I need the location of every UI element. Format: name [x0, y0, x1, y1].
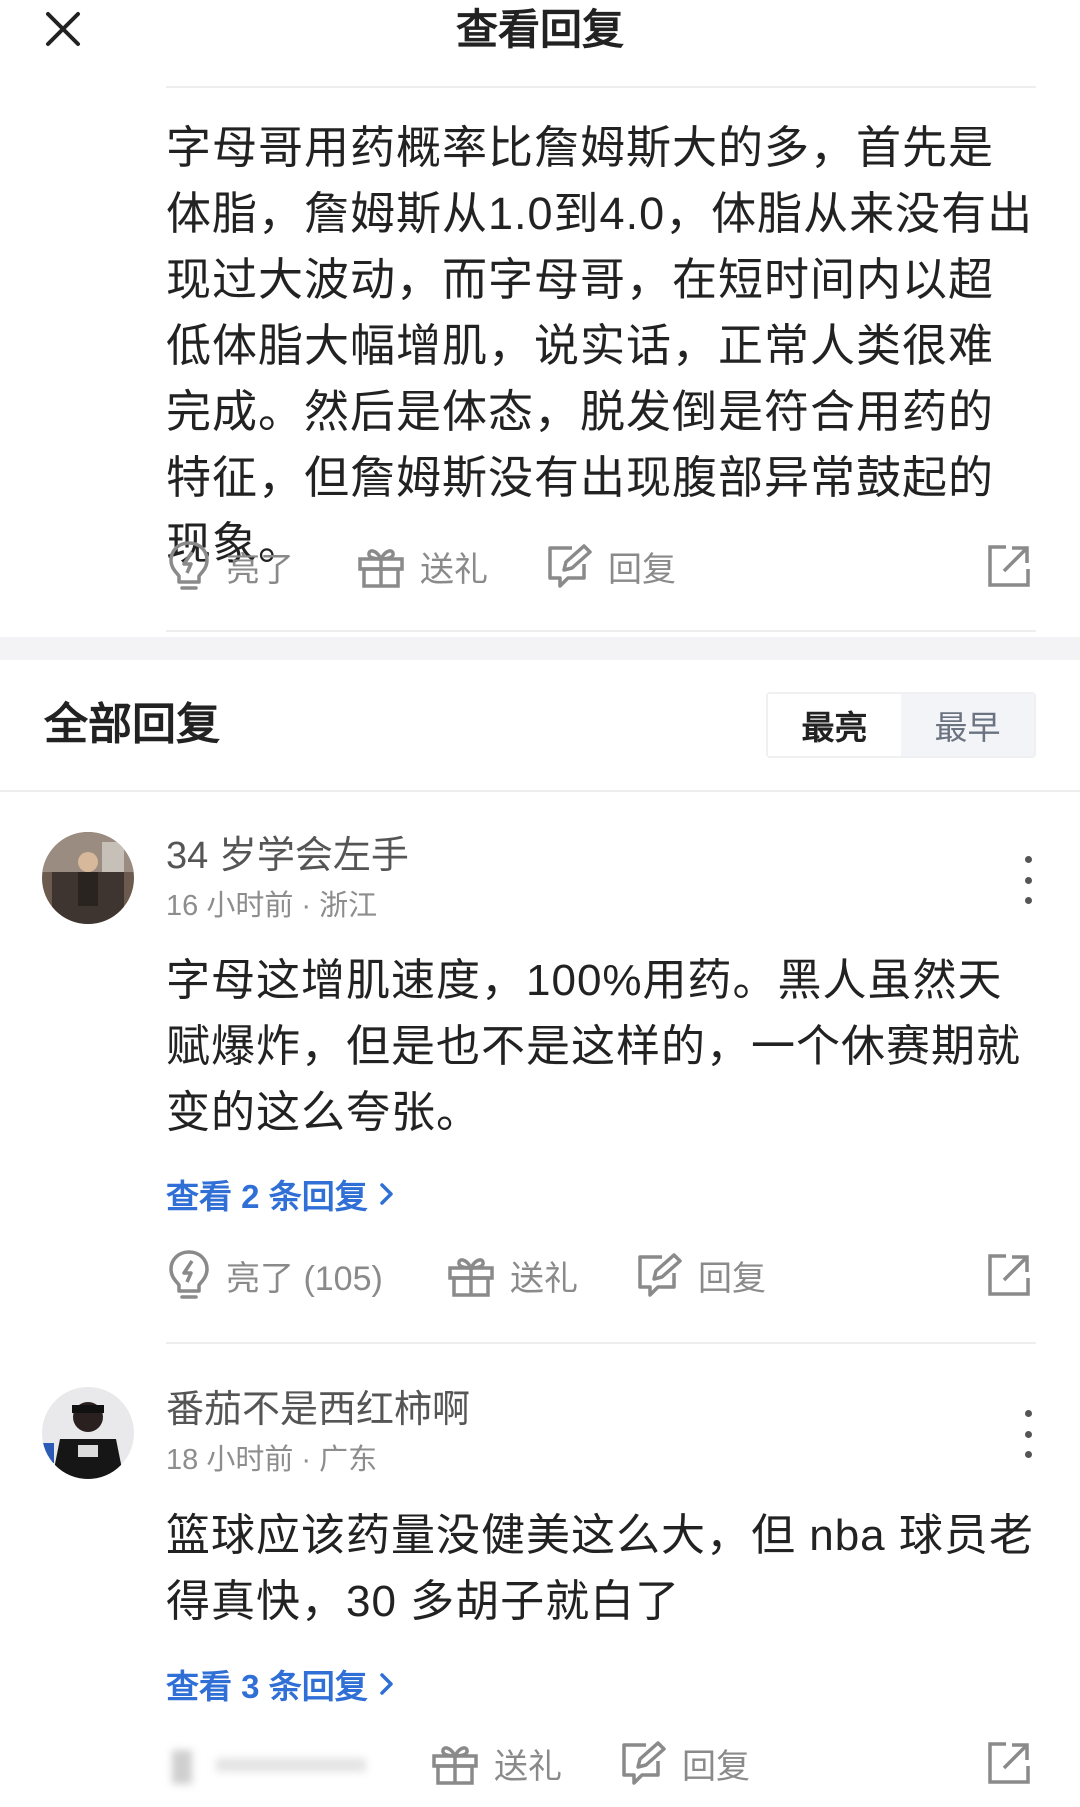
gift-label: 送礼	[420, 550, 488, 589]
more-options-icon[interactable]	[1018, 856, 1038, 904]
username[interactable]: 番茄不是西红柿啊	[166, 1386, 470, 1434]
lightbulb-icon	[169, 1250, 209, 1299]
reply-button[interactable]: 回复	[618, 1733, 750, 1793]
edit-icon	[638, 1253, 682, 1297]
like-button[interactable]	[166, 1733, 376, 1793]
sort-toggle: 最亮 最早	[766, 692, 1036, 758]
like-button[interactable]: 亮了	[166, 536, 294, 596]
share-button[interactable]	[986, 1733, 1032, 1793]
username[interactable]: 34 岁学会左手	[166, 832, 409, 880]
sort-earliest-tab[interactable]: 最早	[901, 694, 1034, 756]
comment-text: 篮球应该药量没健美这么大，但 nba 球员老得真快，30 多胡子就白了	[166, 1511, 1034, 1626]
gift-icon	[448, 1258, 494, 1297]
reply-label: 回复	[608, 550, 676, 589]
share-icon	[988, 1742, 1030, 1784]
gift-button[interactable]: 送礼	[430, 1733, 562, 1793]
reply-label: 回复	[682, 1747, 750, 1786]
gift-button[interactable]: 送礼	[356, 536, 488, 596]
all-replies-title: 全部回复	[44, 700, 220, 749]
divider	[0, 790, 1080, 792]
avatar[interactable]	[42, 1387, 134, 1479]
section-gap	[0, 637, 1080, 660]
post-action-row: 亮了 送礼 回复	[166, 536, 1036, 596]
comment-text: 字母这增肌速度，100%用药。黑人虽然天赋爆炸，但是也不是这样的，一个休赛期就变…	[166, 956, 1021, 1137]
comment-meta: 18 小时前 · 广东	[166, 1444, 378, 1476]
view-replies-label: 查看 3 条回复	[166, 1668, 368, 1705]
share-icon	[988, 1254, 1030, 1296]
lightbulb-icon	[172, 1750, 366, 1784]
sort-hottest-tab[interactable]: 最亮	[768, 694, 901, 756]
comment-action-row: 亮了 (105) 送礼 回复	[166, 1245, 1036, 1305]
share-button[interactable]	[986, 536, 1032, 596]
divider	[166, 1342, 1036, 1344]
page-title: 查看回复	[455, 6, 624, 53]
edit-icon	[622, 1741, 666, 1785]
comment-action-row: 送礼 回复	[166, 1733, 1036, 1793]
avatar[interactable]	[42, 832, 134, 924]
original-post-text: 字母哥用药概率比詹姆斯大的多，首先是体脂，詹姆斯从1.0到4.0，体脂从来没有出…	[166, 122, 1034, 569]
lightbulb-icon	[169, 541, 209, 590]
view-replies-link[interactable]: 查看 2 条回复	[166, 1170, 396, 1218]
gift-label: 送礼	[510, 1259, 578, 1298]
gift-label: 送礼	[494, 1747, 562, 1786]
like-button[interactable]: 亮了 (105)	[166, 1245, 383, 1305]
reply-button[interactable]: 回复	[634, 1245, 766, 1305]
divider	[166, 630, 1036, 632]
divider	[166, 86, 1036, 88]
reply-button[interactable]: 回复	[544, 536, 676, 596]
gift-icon	[432, 1746, 478, 1785]
like-label: 亮了	[226, 550, 294, 589]
view-replies-label: 查看 2 条回复	[166, 1178, 368, 1215]
reply-label: 回复	[698, 1259, 766, 1298]
top-bar: 查看回复	[0, 0, 1080, 60]
like-label: 亮了 (105)	[226, 1259, 383, 1298]
gift-icon	[358, 549, 404, 588]
edit-icon	[548, 544, 592, 588]
view-replies-link[interactable]: 查看 3 条回复	[166, 1660, 396, 1708]
chevron-right-icon	[379, 1673, 393, 1695]
chevron-right-icon	[379, 1183, 393, 1205]
more-options-icon[interactable]	[1018, 1410, 1038, 1458]
comment-meta: 16 小时前 · 浙江	[166, 890, 378, 922]
gift-button[interactable]: 送礼	[446, 1245, 578, 1305]
share-icon	[988, 545, 1030, 587]
share-button[interactable]	[986, 1245, 1032, 1305]
